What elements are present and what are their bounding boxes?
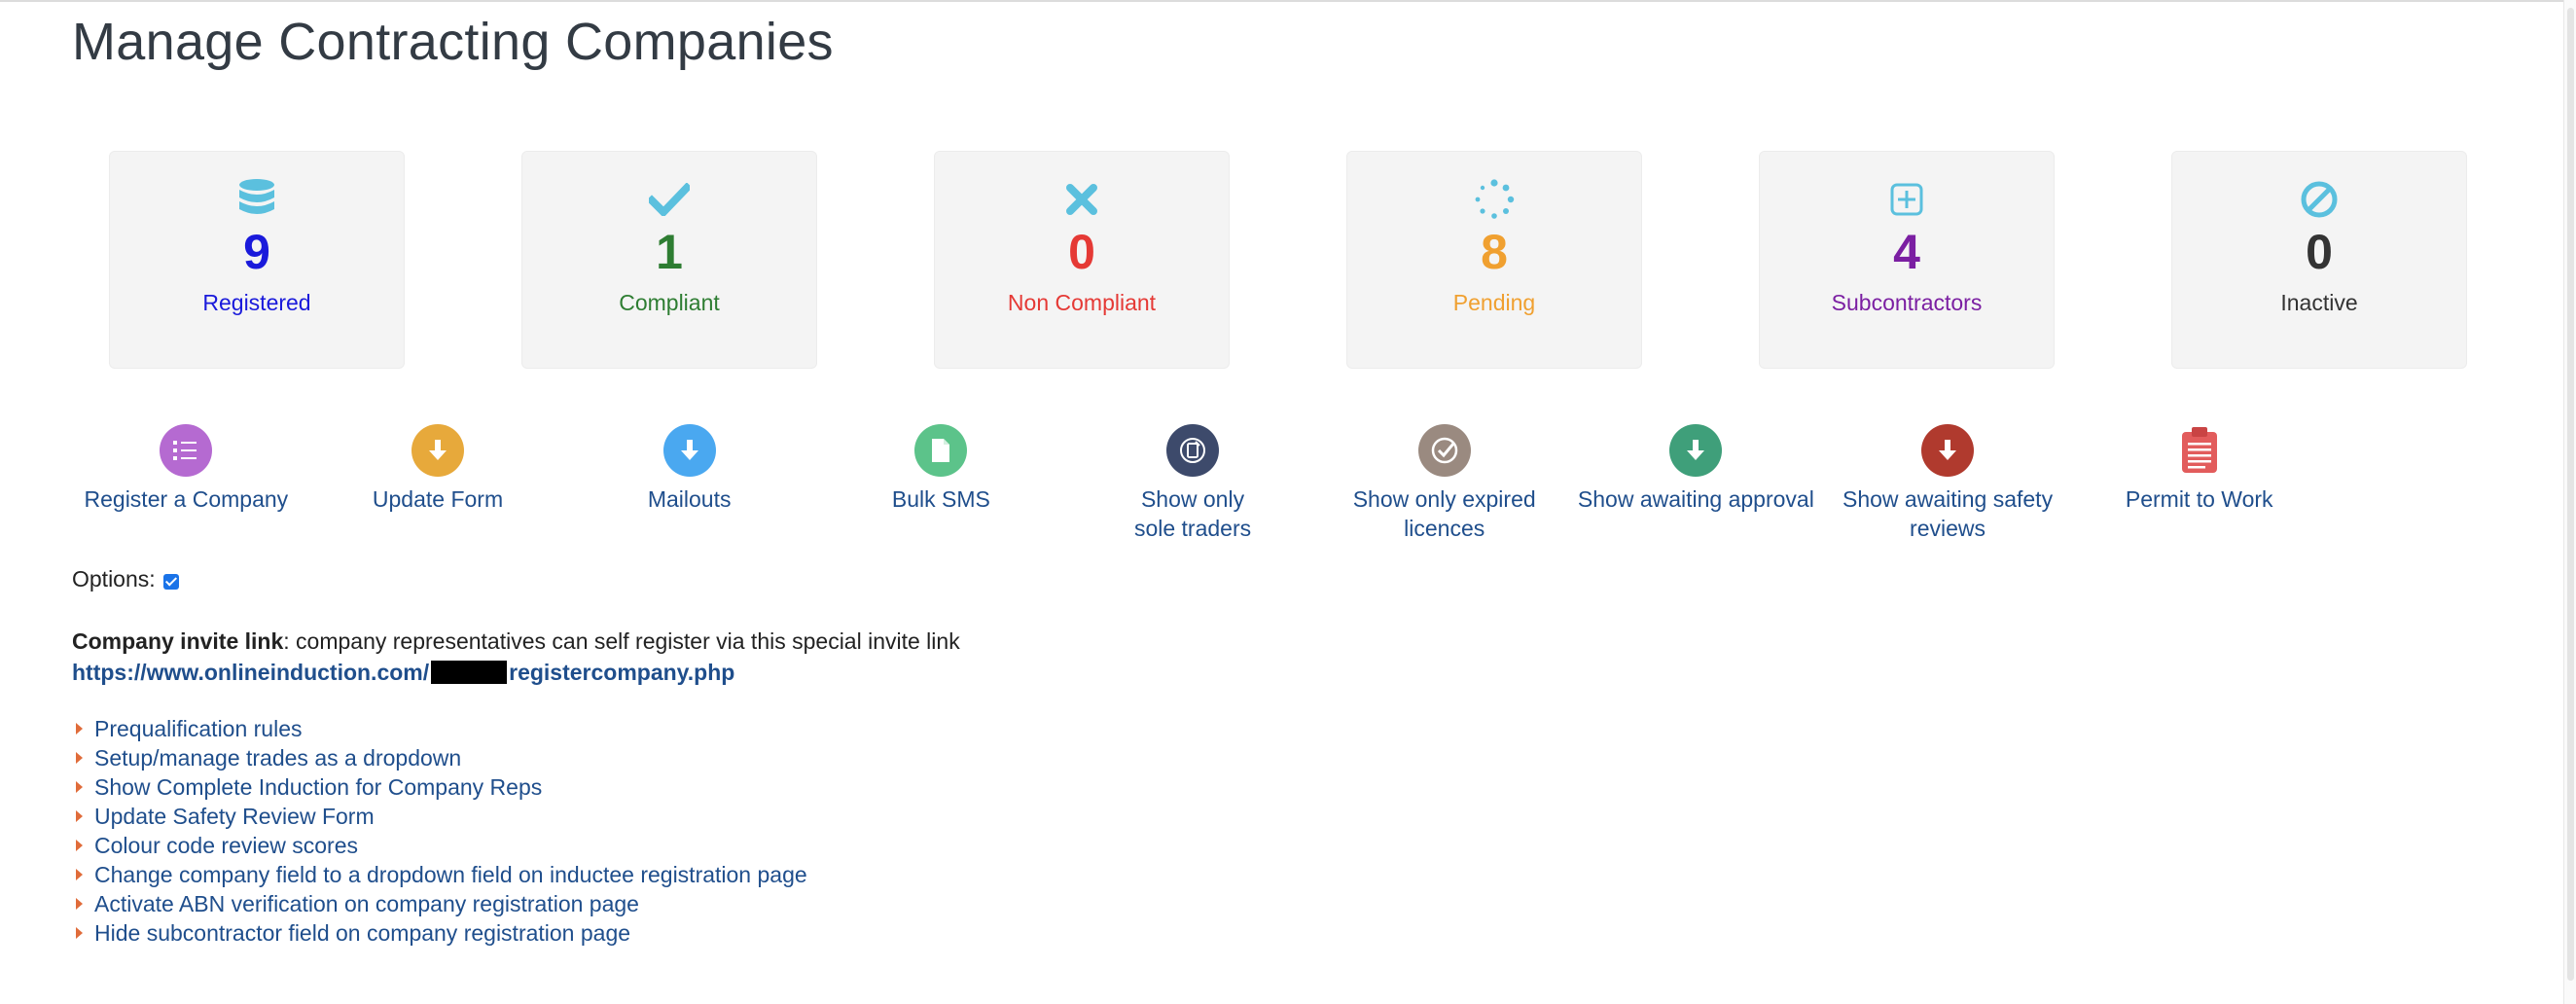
caret-right-icon	[76, 781, 83, 793]
ban-icon	[2300, 177, 2339, 222]
action-row: Register a Company Update Form Mailouts …	[60, 424, 2325, 543]
action-label: Show only expired licences	[1352, 486, 1536, 541]
download-icon	[411, 424, 464, 477]
invite-url-prefix: https://www.onlineinduction.com/	[72, 660, 430, 685]
invite-description: Company invite link: company representat…	[72, 626, 960, 657]
stat-label: Compliant	[619, 290, 720, 315]
times-icon	[1066, 177, 1097, 222]
stat-label: Subcontractors	[1831, 290, 1983, 315]
stat-card-inactive[interactable]: 0 Inactive	[2171, 151, 2467, 369]
list-item[interactable]: Change company field to a dropdown field…	[72, 860, 807, 889]
download-icon	[662, 424, 716, 477]
awaiting-safety-reviews-filter-button[interactable]: Show awaiting safety reviews	[1822, 424, 2074, 543]
link-company-field-dropdown[interactable]: Change company field to a dropdown field…	[94, 860, 807, 889]
page-title: Manage Contracting Companies	[72, 13, 834, 71]
link-hide-subcontractor-field[interactable]: Hide subcontractor field on company regi…	[94, 918, 630, 948]
download-icon	[1921, 424, 1975, 477]
action-label: Mailouts	[647, 486, 732, 512]
scrollbar[interactable]	[2563, 0, 2576, 1004]
stat-count: 0	[1068, 225, 1095, 279]
stat-card-non-compliant[interactable]: 0 Non Compliant	[934, 151, 1230, 369]
stat-label: Pending	[1452, 290, 1536, 315]
link-prequalification-rules[interactable]: Prequalification rules	[94, 714, 303, 743]
caret-right-icon	[76, 927, 83, 939]
stat-count: 9	[243, 225, 270, 279]
invite-url-suffix: registercompany.php	[509, 660, 735, 685]
list-icon	[160, 424, 213, 477]
caret-right-icon	[76, 723, 83, 735]
stat-count: 1	[656, 225, 683, 279]
options-row: Options:	[72, 566, 179, 592]
options-label: Options:	[72, 566, 156, 592]
download-icon	[1669, 424, 1723, 477]
sole-traders-filter-button[interactable]: Show only sole traders	[1067, 424, 1319, 543]
permit-to-work-button[interactable]: Permit to Work	[2073, 424, 2325, 543]
stat-count: 8	[1481, 225, 1508, 279]
action-label: Update Form	[372, 486, 504, 512]
caret-right-icon	[76, 869, 83, 880]
caret-right-icon	[76, 810, 83, 822]
expired-licences-filter-button[interactable]: Show only expired licences	[1318, 424, 1570, 543]
check-circle-icon	[1417, 424, 1471, 477]
action-label: Register a Company	[84, 486, 289, 512]
settings-links-list: Prequalification rules Setup/manage trad…	[72, 714, 807, 948]
list-item[interactable]: Hide subcontractor field on company regi…	[72, 918, 807, 948]
list-item[interactable]: Prequalification rules	[72, 714, 807, 743]
stat-card-registered[interactable]: 9 Registered	[109, 151, 405, 369]
stat-label: Inactive	[2280, 290, 2358, 315]
stat-card-pending[interactable]: 8 Pending	[1346, 151, 1642, 369]
action-label: Bulk SMS	[891, 486, 990, 512]
action-label: Show awaiting approval	[1577, 486, 1814, 512]
list-item[interactable]: Activate ABN verification on company reg…	[72, 889, 807, 918]
mobile-icon	[1166, 424, 1220, 477]
list-item[interactable]: Setup/manage trades as a dropdown	[72, 743, 807, 772]
stat-count: 4	[1893, 225, 1920, 279]
caret-right-icon	[76, 840, 83, 851]
scrollbar-thumb[interactable]	[2567, 8, 2574, 981]
check-icon	[649, 177, 690, 222]
link-activate-abn-verification[interactable]: Activate ABN verification on company reg…	[94, 889, 639, 918]
list-item[interactable]: Colour code review scores	[72, 831, 807, 860]
spinner-icon	[1474, 177, 1515, 222]
caret-right-icon	[76, 898, 83, 910]
action-label: Permit to Work	[2125, 486, 2273, 512]
stat-card-subcontractors[interactable]: 4 Subcontractors	[1759, 151, 2055, 369]
document-icon	[914, 424, 968, 477]
stat-count: 0	[2306, 225, 2333, 279]
list-item[interactable]: Update Safety Review Form	[72, 802, 807, 831]
database-icon	[237, 177, 276, 222]
invite-heading: Company invite link	[72, 628, 284, 654]
stat-label: Non Compliant	[1007, 290, 1157, 315]
action-label: Show awaiting safety reviews	[1843, 486, 2054, 541]
list-item[interactable]: Show Complete Induction for Company Reps	[72, 772, 807, 802]
caret-right-icon	[76, 752, 83, 764]
top-border	[0, 0, 2576, 2]
plus-square-icon	[1889, 177, 1924, 222]
action-label: Show only sole traders	[1133, 486, 1252, 541]
awaiting-approval-filter-button[interactable]: Show awaiting approval	[1570, 424, 1822, 543]
link-colour-code-review-scores[interactable]: Colour code review scores	[94, 831, 358, 860]
options-checkbox[interactable]	[162, 573, 179, 590]
redacted-block	[431, 661, 508, 684]
stat-label: Registered	[202, 290, 311, 315]
stats-row: 9 Registered 1 Compliant 0 Non Compliant	[109, 151, 2467, 369]
link-show-complete-induction[interactable]: Show Complete Induction for Company Reps	[94, 772, 542, 802]
update-form-button[interactable]: Update Form	[312, 424, 564, 543]
invite-text: : company representatives can self regis…	[283, 628, 960, 654]
link-manage-trades[interactable]: Setup/manage trades as a dropdown	[94, 743, 461, 772]
clipboard-icon	[2173, 424, 2226, 477]
bulk-sms-button[interactable]: Bulk SMS	[815, 424, 1067, 543]
invite-link[interactable]: https://www.onlineinduction.com/register…	[72, 657, 734, 688]
link-update-safety-review-form[interactable]: Update Safety Review Form	[94, 802, 375, 831]
invite-section: Company invite link: company representat…	[72, 626, 960, 688]
register-company-button[interactable]: Register a Company	[60, 424, 312, 543]
mailouts-button[interactable]: Mailouts	[563, 424, 815, 543]
stat-card-compliant[interactable]: 1 Compliant	[521, 151, 817, 369]
